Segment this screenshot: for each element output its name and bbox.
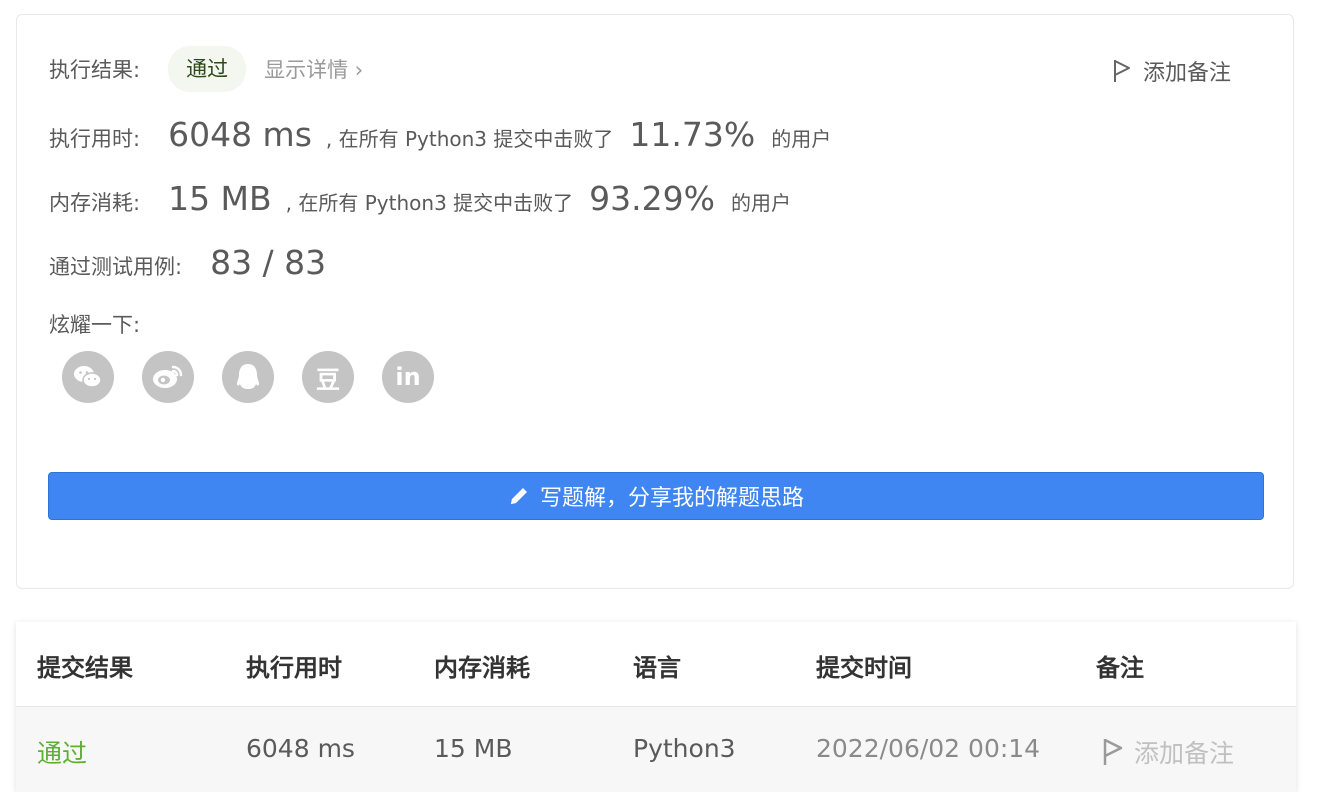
row-memory: 15 MB [434,734,513,763]
testcases-value: 83 / 83 [210,243,327,282]
memory-percent: 93.29% [589,179,715,218]
testcases-label: 通过测试用例: [49,255,183,279]
header-language: 语言 [633,654,681,682]
douban-glyph: 豆 [316,365,340,394]
submission-result-card: 执行结果: 通过 显示详情 › 添加备注 执行用时: 6048 ms , 在所有… [16,14,1294,589]
wechat-icon[interactable] [62,351,114,403]
linkedin-glyph: in [395,363,421,391]
flag-icon [1113,58,1131,84]
douban-icon[interactable]: 豆 [302,351,354,403]
share-row: 炫耀一下: [49,309,140,339]
row-runtime: 6048 ms [246,734,355,763]
linkedin-icon[interactable]: in [382,351,434,403]
runtime-suffix: 的用户 [771,127,832,151]
weibo-icon[interactable] [142,351,194,403]
memory-label: 内存消耗: [49,191,141,215]
status-badge: 通过 [168,46,247,92]
result-label: 执行结果: [49,58,141,82]
flag-icon [1103,738,1123,765]
runtime-row: 执行用时: 6048 ms , 在所有 Python3 提交中击败了 11.73… [49,115,831,154]
row-language: Python3 [633,734,736,763]
runtime-label: 执行用时: [49,127,141,151]
add-note-label: 添加备注 [1143,61,1232,86]
table-header: 提交结果 执行用时 内存消耗 语言 提交时间 备注 [16,622,1296,707]
submissions-table: 提交结果 执行用时 内存消耗 语言 提交时间 备注 通过 6048 ms 15 … [16,622,1296,792]
runtime-percent: 11.73% [629,115,756,154]
header-memory: 内存消耗 [434,654,530,682]
memory-value: 15 MB [168,179,272,218]
testcases-row: 通过测试用例: 83 / 83 [49,243,326,282]
memory-row: 内存消耗: 15 MB , 在所有 Python3 提交中击败了 93.29% … [49,179,791,218]
header-runtime: 执行用时 [246,654,342,682]
header-submit-time: 提交时间 [816,654,912,682]
show-details-link[interactable]: 显示详情 › [264,54,363,84]
share-label: 炫耀一下: [49,313,141,337]
runtime-value: 6048 ms [168,115,312,154]
header-result: 提交结果 [37,654,133,682]
pencil-icon [510,488,527,504]
result-row: 执行结果: 通过 显示详情 › [49,46,363,92]
write-solution-label: 写题解，分享我的解题思路 [539,486,804,511]
write-solution-button[interactable]: 写题解，分享我的解题思路 [48,472,1264,520]
header-note: 备注 [1096,654,1144,682]
runtime-compare-text: , 在所有 Python3 提交中击败了 [325,127,614,151]
add-note-button[interactable]: 添加备注 [1113,55,1231,87]
row-add-note-button[interactable]: 添加备注 [1102,734,1234,770]
row-result-link[interactable]: 通过 [37,734,87,770]
row-add-note-label: 添加备注 [1134,739,1235,768]
memory-compare-text: , 在所有 Python3 提交中击败了 [285,191,574,215]
qq-icon[interactable] [222,351,274,403]
row-submit-time: 2022/06/02 00:14 [816,734,1041,763]
share-icons: 豆 in [62,351,434,403]
memory-suffix: 的用户 [731,191,791,215]
